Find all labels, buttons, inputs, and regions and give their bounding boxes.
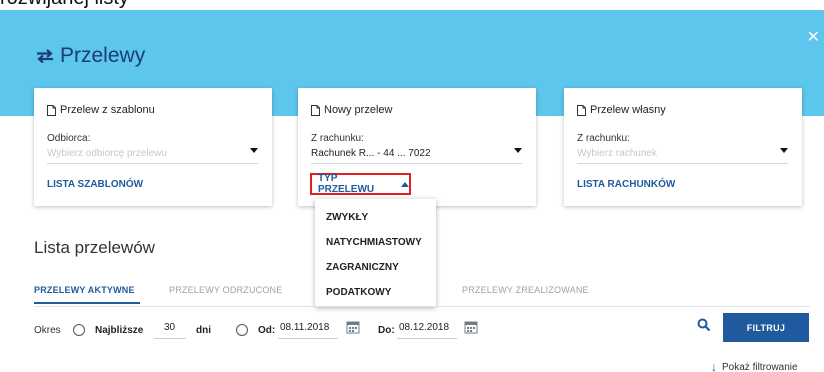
chevron-down-icon[interactable] <box>514 148 522 153</box>
show-filtering-label: Pokaż filtrowanie <box>722 361 798 372</box>
card-template-transfer: Przelew z szablonu Odbiorca: Wybierz odb… <box>34 88 272 206</box>
calendar-icon[interactable] <box>346 320 360 334</box>
document-icon <box>311 104 320 116</box>
period-label: Okres <box>34 324 61 336</box>
menu-item-zwykly[interactable]: ZWYKŁY <box>326 212 368 223</box>
accounts-list-link[interactable]: LISTA RACHUNKÓW <box>577 179 675 190</box>
days-unit: dni <box>196 324 211 336</box>
transfer-type-button[interactable]: TYP PRZELEWU <box>310 173 411 195</box>
to-label: Do: <box>378 324 395 336</box>
card-title: Przelew z szablonu <box>60 104 155 116</box>
caption-text: rozwijanej listy <box>0 0 129 10</box>
card-title: Przelew własny <box>590 104 666 116</box>
tab-active-transfers[interactable]: PRZELEWY AKTYWNE <box>34 285 135 295</box>
to-date-input[interactable]: 08.12.2018 <box>399 322 449 333</box>
document-icon <box>47 104 56 116</box>
transfer-arrows-icon <box>36 49 54 63</box>
app-root: rozwijanej listy ✕ Przelewy Przelew z sz… <box>0 0 824 372</box>
card-title: Nowy przelew <box>324 104 393 116</box>
to-date-underline <box>397 338 457 339</box>
filter-button[interactable]: FILTRUJ <box>723 313 809 342</box>
tabs-divider <box>34 306 810 307</box>
from-date-underline <box>278 338 338 339</box>
account-select[interactable]: Wybierz rachunek <box>577 148 657 159</box>
from-date-input[interactable]: 08.11.2018 <box>280 322 329 333</box>
days-input-underline <box>154 338 186 339</box>
menu-item-podatkowy[interactable]: PODATKOWY <box>326 287 391 298</box>
card-own-transfer: Przelew własny Z rachunku: Wybierz rachu… <box>564 88 802 206</box>
recipient-select[interactable]: Wybierz odbiorcę przelewu <box>47 148 167 159</box>
page-title: Przelewy <box>60 44 146 67</box>
document-icon <box>577 104 586 116</box>
radio-nearest[interactable] <box>73 322 85 338</box>
account-label: Z rachunku: <box>311 133 364 144</box>
field-underline <box>311 163 522 164</box>
search-icon[interactable] <box>697 318 711 337</box>
active-tab-indicator <box>34 302 140 304</box>
nearest-label: Najbliższe <box>95 324 144 336</box>
card-header: Nowy przelew <box>311 104 392 116</box>
radio-range[interactable] <box>236 322 248 338</box>
section-title: Lista przelewów <box>34 238 155 257</box>
days-input[interactable]: 30 <box>164 322 175 333</box>
account-label: Z rachunku: <box>577 133 630 144</box>
tab-completed-transfers[interactable]: PRZELEWY ZREALIZOWANE <box>462 285 589 295</box>
card-header: Przelew własny <box>577 104 666 116</box>
close-icon[interactable]: ✕ <box>807 30 820 46</box>
field-underline <box>47 163 258 164</box>
transfer-type-label: TYP PRZELEWU <box>318 173 375 195</box>
show-filtering-link[interactable]: ↓ Pokaż filtrowanie <box>711 360 798 372</box>
from-label: Od: <box>258 324 276 336</box>
card-header: Przelew z szablonu <box>47 104 155 116</box>
page-header: Przelewy <box>36 44 145 68</box>
menu-item-zagraniczny[interactable]: ZAGRANICZNY <box>326 262 399 273</box>
arrow-down-icon: ↓ <box>711 360 717 372</box>
account-select[interactable]: Rachunek R... - 44 ... 7022 <box>311 148 431 159</box>
menu-item-natychmiastowy[interactable]: NATYCHMIASTOWY <box>326 237 422 248</box>
chevron-up-icon <box>401 181 409 187</box>
chevron-down-icon[interactable] <box>250 148 258 153</box>
field-underline <box>577 163 788 164</box>
recipient-label: Odbiorca: <box>47 133 91 144</box>
transfer-type-menu: ZWYKŁY NATYCHMIASTOWY ZAGRANICZNY PODATK… <box>315 199 436 307</box>
calendar-icon[interactable] <box>464 320 478 334</box>
tab-rejected-transfers[interactable]: PRZELEWY ODRZUCONE <box>169 285 282 295</box>
templates-list-link[interactable]: LISTA SZABLONÓW <box>47 179 143 190</box>
chevron-down-icon[interactable] <box>780 148 788 153</box>
